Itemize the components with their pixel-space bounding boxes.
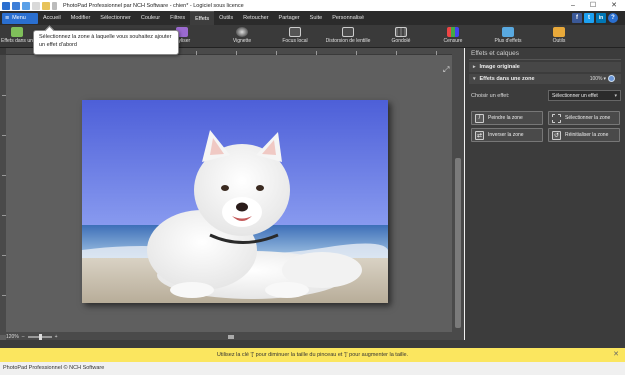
hamburger-icon: ≡ (5, 14, 10, 22)
more-effects-icon (502, 27, 514, 37)
invert-zone-label: Inverser la zone (488, 132, 524, 138)
reset-zone-button[interactable]: ↺ Réinitialiser la zone (548, 128, 620, 142)
effect-select[interactable]: Sélectionner un effet ▾ (548, 90, 621, 101)
tools-icon (553, 27, 565, 37)
dropdown-icon[interactable] (52, 1, 57, 10)
ribbon-censor-button[interactable]: Censure (440, 25, 466, 48)
status-strip (0, 340, 625, 348)
ribbon-more-effects-button[interactable]: Plus d'effets (490, 25, 526, 48)
vertical-scrollbar[interactable] (452, 48, 464, 340)
ribbon-label: Gondolé (391, 38, 411, 44)
section-zoom[interactable]: 100% ▾ (590, 75, 615, 82)
ribbon-label: Focus local (282, 38, 308, 44)
tab-selectionner[interactable]: Sélectionner (95, 11, 136, 25)
maximize-button[interactable]: ☐ (585, 0, 601, 11)
chevron-down-icon: ▾ (473, 76, 476, 82)
tab-accueil[interactable]: Accueil (38, 11, 66, 25)
close-icon[interactable]: ✕ (613, 348, 619, 362)
menu-tabs-bar: ≡ Menu Accueil Modifier Sélectionner Cou… (0, 11, 625, 25)
title-bar: PhotoPad Professionnel par NCH Software … (0, 0, 625, 11)
app-logo-icon (2, 1, 10, 10)
ribbon-tools-button[interactable]: Outils (546, 25, 572, 48)
paint-zone-button[interactable]: / Peindre la zone (471, 111, 543, 125)
ribbon-label: Plus d'effets (494, 38, 522, 44)
ribbon-label: Outils (552, 38, 566, 44)
save-icon[interactable] (12, 1, 20, 10)
tab-retoucher[interactable]: Retoucher (238, 11, 273, 25)
photo-canvas-image[interactable] (82, 100, 388, 303)
panel-title: Effets et calques (471, 50, 519, 57)
effect-select-value: Sélectionner un effet (552, 92, 598, 99)
ruler-left (0, 55, 6, 335)
ripple-icon (395, 27, 407, 37)
menu-button-label: Menu (12, 15, 26, 21)
dog-photo (82, 100, 388, 303)
close-button[interactable]: ✕ (606, 0, 622, 11)
visibility-icon[interactable] (608, 75, 615, 82)
tab-modifier[interactable]: Modifier (66, 11, 96, 25)
ribbon-label: Effets dans une zone (1, 38, 48, 44)
hint-bar: Utilisez la clé '[' pour diminuer la tai… (0, 348, 625, 362)
footer-status: PhotoPad Professionnel © NCH Software (0, 362, 625, 375)
redo-icon[interactable] (32, 1, 40, 10)
select-zone-button[interactable]: Sélectionner la zone (548, 111, 620, 125)
ribbon-label: Vignette (232, 38, 252, 44)
paint-zone-label: Peindre la zone (488, 115, 523, 121)
twitter-icon[interactable]: t (584, 13, 594, 23)
tab-filtres[interactable]: Filtres (165, 11, 190, 25)
tab-couleur[interactable]: Couleur (136, 11, 165, 25)
choose-effect-label: Choisir un effet: (471, 93, 510, 99)
help-icon[interactable]: ? (608, 13, 618, 23)
chevron-right-icon: ▸ (473, 64, 476, 70)
vignette-icon (236, 27, 248, 37)
section-original-image[interactable]: ▸ Image originale (469, 62, 621, 72)
reset-icon: ↺ (552, 130, 561, 140)
brush-icon: / (475, 113, 484, 123)
reset-zone-label: Réinitialiser la zone (565, 132, 609, 138)
chevron-down-icon: ▾ (603, 75, 606, 82)
selection-icon (552, 113, 561, 123)
menu-button[interactable]: ≡ Menu (2, 12, 38, 24)
section-zoom-value: 100% (589, 75, 603, 82)
ribbon-vignette-button[interactable]: Vignette (225, 25, 259, 48)
section-effects-zone[interactable]: ▾ Effets dans une zone 100% ▾ (469, 74, 621, 84)
scrollbar-thumb[interactable] (455, 158, 461, 328)
invert-icon: ⇄ (475, 130, 484, 140)
tooltip: Sélectionnez la zone à laquelle vous sou… (33, 30, 179, 55)
divider (469, 59, 621, 60)
chevron-down-icon: ▾ (614, 93, 617, 99)
tab-outils[interactable]: Outils (214, 11, 238, 25)
expand-icon[interactable]: ⤢ (443, 66, 451, 74)
tab-effets[interactable]: Effets (190, 11, 215, 25)
tab-personnalise[interactable]: Personnalisé (327, 11, 369, 25)
effects-zone-icon (11, 27, 23, 37)
linkedin-icon[interactable]: in (596, 13, 606, 23)
ribbon-local-focus-button[interactable]: Focus local (278, 25, 312, 48)
lens-distortion-icon (342, 27, 354, 37)
tab-partager[interactable]: Partager (274, 11, 305, 25)
scroll-center-marker[interactable] (228, 335, 234, 339)
effects-layers-panel: Effets et calques ▸ Image originale ▾ Ef… (465, 48, 625, 340)
section-label: Effets dans une zone (479, 76, 535, 82)
zoom-slider[interactable] (27, 334, 52, 340)
ribbon-lens-distortion-button[interactable]: Distorsion de lentille (325, 25, 371, 48)
ribbon-effects-zone-button[interactable]: Effets dans une zone (1, 25, 48, 48)
facebook-icon[interactable]: f (572, 13, 582, 23)
local-focus-icon (289, 27, 301, 37)
invert-zone-button[interactable]: ⇄ Inverser la zone (471, 128, 543, 142)
undo-icon[interactable] (22, 1, 30, 10)
ribbon-label: Censure (443, 38, 463, 44)
section-label: Image originale (479, 64, 520, 70)
censor-icon (447, 27, 459, 37)
minimize-button[interactable]: – (565, 0, 581, 11)
tab-suite[interactable]: Suite (305, 11, 328, 25)
select-zone-label: Sélectionner la zone (565, 115, 611, 121)
hint-text: Utilisez la clé '[' pour diminuer la tai… (216, 352, 409, 358)
folder-icon[interactable] (42, 1, 50, 10)
ribbon-label: Distorsion de lentille (325, 38, 371, 44)
ribbon-ripple-button[interactable]: Gondolé (388, 25, 414, 48)
window-title: PhotoPad Professionnel par NCH Software … (63, 2, 244, 9)
